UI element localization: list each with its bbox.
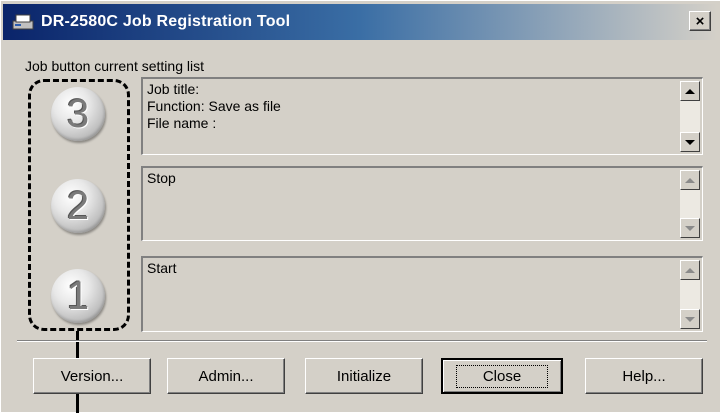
job-2-settings-text: Stop <box>147 170 176 186</box>
scrollbar[interactable] <box>680 81 700 152</box>
job-registration-window: DR-2580C Job Registration Tool × Job but… <box>0 0 720 413</box>
scrollbar[interactable] <box>680 260 700 329</box>
help-button[interactable]: Help... <box>585 358 703 394</box>
job-button-number: 3 <box>66 92 90 136</box>
job-3-settings-panel[interactable]: Job title: Function: Save as file File n… <box>141 77 703 155</box>
admin-button[interactable]: Admin... <box>167 358 285 394</box>
scroll-down-arrow-icon[interactable] <box>680 218 700 238</box>
scroll-up-arrow-icon[interactable] <box>680 260 700 280</box>
window-title: DR-2580C Job Registration Tool <box>41 13 291 30</box>
job-1-settings-panel[interactable]: Start <box>141 256 703 332</box>
scroll-up-arrow-icon[interactable] <box>680 81 700 101</box>
job-title-line: Job title: <box>147 81 200 97</box>
initialize-button[interactable]: Initialize <box>305 358 423 394</box>
group-label: Job button current setting list <box>25 58 204 74</box>
version-button[interactable]: Version... <box>33 358 151 394</box>
job-2-settings-panel[interactable]: Stop <box>141 166 703 241</box>
job-button-3[interactable]: 3 <box>51 87 105 141</box>
file-name-line: File name : <box>147 115 217 131</box>
close-button-label: Close <box>455 364 549 388</box>
job-button-number: 2 <box>66 184 90 228</box>
scroll-down-arrow-icon[interactable] <box>680 132 700 152</box>
job-button-1[interactable]: 1 <box>51 269 105 323</box>
scroll-down-arrow-icon[interactable] <box>680 309 700 329</box>
close-button[interactable]: Close <box>441 358 563 394</box>
scroll-up-arrow-icon[interactable] <box>680 170 700 190</box>
separator <box>17 340 707 342</box>
title-bar[interactable]: DR-2580C Job Registration Tool × <box>3 4 717 40</box>
job-button-number: 1 <box>66 274 90 318</box>
function-line: Function: Save as file <box>147 98 281 114</box>
scanner-app-icon <box>11 11 35 33</box>
job-3-settings-text: Job title: Function: Save as file File n… <box>147 81 281 132</box>
close-icon[interactable]: × <box>689 11 711 31</box>
job-button-2[interactable]: 2 <box>51 179 105 233</box>
scrollbar[interactable] <box>680 170 700 238</box>
job-1-settings-text: Start <box>147 260 177 276</box>
